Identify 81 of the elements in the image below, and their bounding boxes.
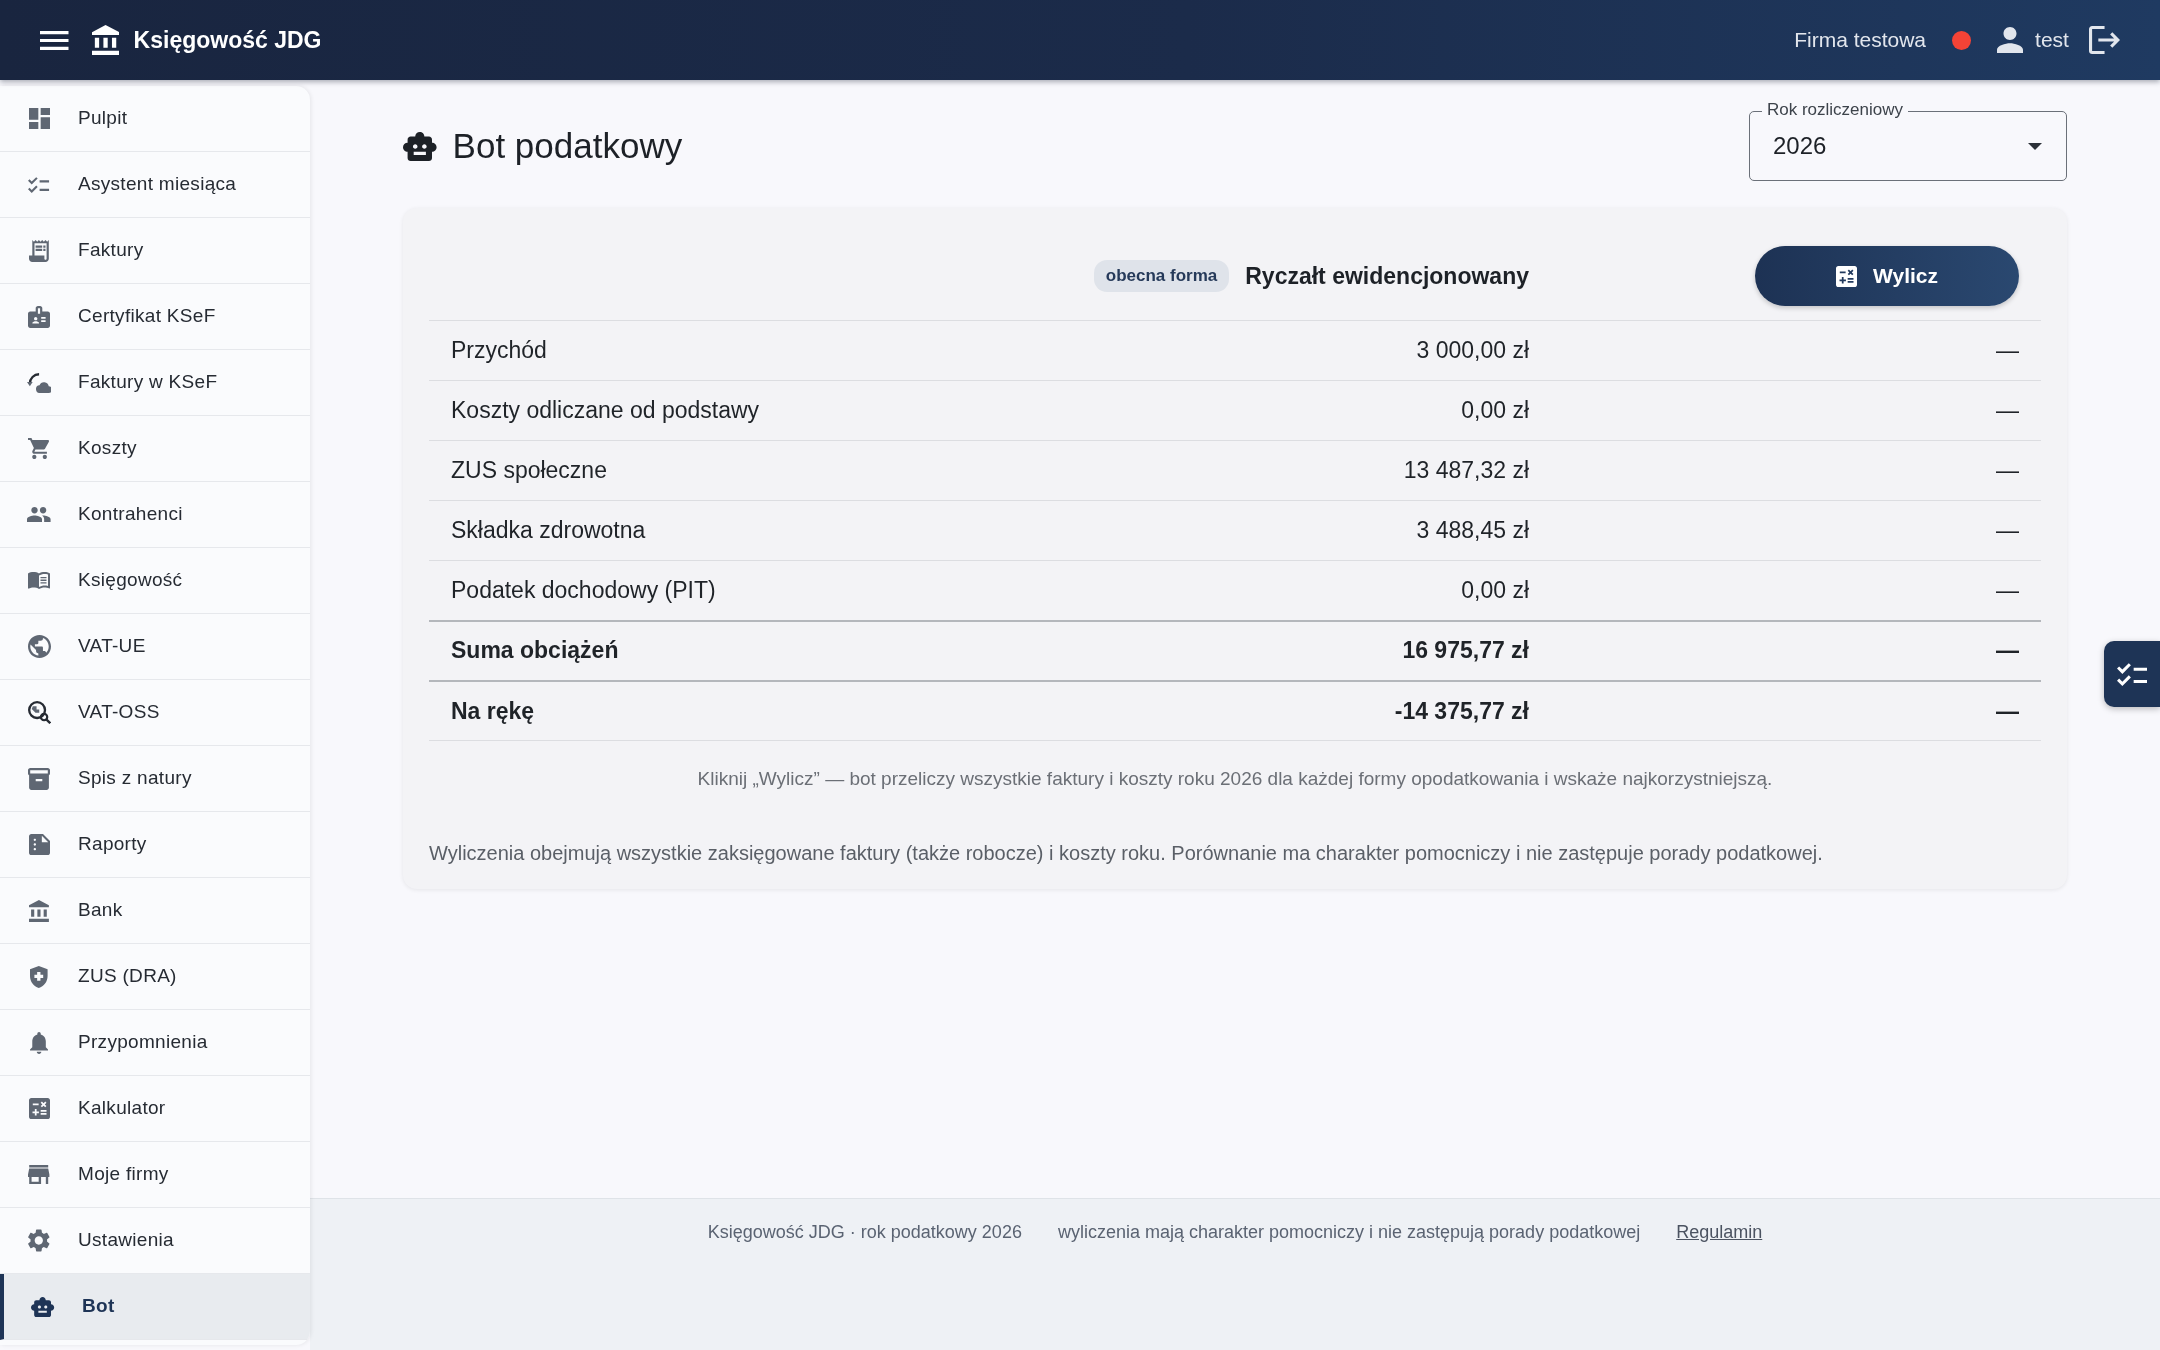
globe-icon [27,635,51,658]
bank-icon [29,899,49,922]
sidebar-item[interactable]: Spis z natury [0,746,310,812]
shield-icon [30,965,48,988]
cart-icon [27,438,51,459]
user-icon [1997,27,2024,53]
robot-icon [403,131,437,161]
amount-text: -14 375,77 zł [1394,697,1529,724]
sidebar-item[interactable]: VAT-UE [0,614,310,680]
sidebar-item[interactable]: Przypomnienia [0,1010,310,1076]
sidebar-item[interactable]: VAT-OSS [0,680,310,746]
dashboard-icon [28,108,50,129]
store-icon [28,1165,50,1184]
sidebar-item[interactable]: Raporty [0,812,310,878]
dash-text: — [1996,337,2019,364]
row-label: Suma obciążeń [451,637,619,664]
dash-text: — [1996,637,2019,664]
sidebar-item[interactable]: Pulpit [0,86,310,152]
hint-text: Kliknij „Wylicz” — bot przeliczy wszystkie faktury i koszty roku 2026 dla każdej formy opodatkowania i wskaże najkorzystniejszą. [696,767,1774,791]
calculator-icon [28,1098,50,1119]
id-badge-icon [28,305,50,328]
footer-text: wyliczenia mają charakter pomocniczy i nie zastępują porady podatkowej [1057,1221,1641,1244]
archive-box-icon [28,767,50,790]
dash-text: — [1996,457,2019,484]
amount-text: 3 000,00 zł [1416,337,1529,364]
calculate-button[interactable]: Wylicz [1755,246,2019,306]
checklist-icon [28,176,50,193]
row-label: Przychód [451,337,547,364]
amount-text: 0,00 zł [1461,397,1529,424]
status-dot-icon [1952,30,1972,50]
row-label: Podatek dochodowy (PIT) [451,577,716,603]
people-icon [27,507,51,522]
row-label: Składka zdrowotna [451,517,646,544]
caret-icon [2028,142,2042,150]
sidebar-item[interactable]: Faktury [0,218,310,284]
document-icon [28,834,50,855]
dash-text: — [1996,397,2019,424]
checklist-button[interactable] [2104,641,2160,707]
sidebar-item[interactable]: Kalkulator [0,1076,310,1142]
receipt-icon [29,239,49,262]
terms-link[interactable]: Regulamin [1676,1219,1763,1245]
current-form-badge: obecna forma [1093,260,1230,292]
footer-text: Księgowość JDG · rok podatkowy 2026 [707,1221,1022,1244]
app-title: Księgowość JDG [133,25,322,55]
sidebar-item[interactable]: Bank [0,878,310,944]
row-label: Koszty odliczane od podstawy [451,397,760,424]
tax-form-name: Ryczałt ewidencjonowany [1245,261,1529,291]
sidebar-item[interactable]: Moje firmy [0,1142,310,1208]
sync-cloud-icon [26,372,52,393]
bell-icon [29,1031,49,1054]
dash-text: — [1996,697,2019,724]
sidebar-item[interactable]: Bot [0,1274,310,1340]
field-label: Rok rozliczeniowy [1762,100,1909,120]
amount-text: 16 975,77 zł [1402,637,1529,664]
book-icon [28,572,50,589]
row-label: Na rękę [451,697,535,724]
dash-text: — [1996,517,2019,544]
bank-icon [91,25,119,55]
calculator-icon [1836,265,1857,287]
note-text: Wyliczenia obejmują wszystkie zaksięgowane faktury (także robocze) i koszty roku. Porównanie ma charakter pomocniczy i nie zastępuje porady podatkowej. [429,841,1824,866]
sidebar-item[interactable]: ZUS (DRA) [0,944,310,1010]
sidebar-item[interactable]: Koszty [0,416,310,482]
checklist-icon [2116,662,2148,686]
menu-icon[interactable] [40,30,69,50]
page-title: Bot podatkowy [452,125,683,167]
robot-icon [31,1296,55,1317]
amount-text: 3 488,45 zł [1416,517,1529,544]
user-name: test [2035,27,2069,54]
amount-text: 0,00 zł [1461,577,1529,603]
globe-search-icon [27,701,51,724]
row-label: ZUS społeczne [451,457,607,484]
sidebar-item[interactable]: Faktury w KSeF [0,350,310,416]
sidebar-item[interactable]: Kontrahenci [0,482,310,548]
sidebar-item[interactable]: Asystent miesiąca [0,152,310,218]
amount-text: 13 487,32 zł [1403,457,1529,484]
sidebar-item[interactable]: Księgowość [0,548,310,614]
sidebar-item[interactable]: Certyfikat KSeF [0,284,310,350]
logout-icon[interactable] [2088,26,2120,54]
dash-text: — [1996,577,2019,603]
settings-icon [28,1229,50,1252]
company-name: Firma testowa [1794,27,1927,54]
